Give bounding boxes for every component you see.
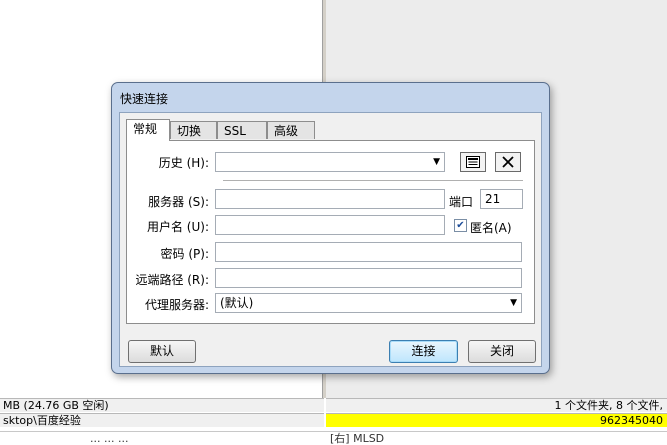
- quick-connect-dialog: 快速连接 常规 切换 SSL 高级 历史 (H): ▼ 服务器 (S): 端口 …: [111, 82, 550, 374]
- history-delete-button[interactable]: [495, 152, 521, 172]
- proxy-combobox[interactable]: (默认) ▼: [215, 293, 522, 313]
- port-input[interactable]: 21: [480, 189, 523, 209]
- close-icon: [502, 156, 514, 168]
- chevron-down-icon: ▼: [510, 298, 517, 308]
- log-left-text: ... ... ...: [90, 432, 129, 445]
- address-book-icon: [466, 156, 480, 168]
- remote-highlight-status: 962345040: [326, 413, 667, 427]
- tab-general[interactable]: 常规: [126, 119, 170, 141]
- history-label: 历史 (H):: [158, 156, 209, 170]
- connect-button[interactable]: 连接: [389, 340, 458, 363]
- remote-summary-status: 1 个文件夹, 8 个文件,: [326, 398, 667, 412]
- history-browse-button[interactable]: [460, 152, 486, 172]
- log-area: ... ... ... [右] MLSD: [0, 431, 667, 445]
- username-input[interactable]: [215, 215, 445, 235]
- server-input[interactable]: [215, 189, 445, 209]
- history-combobox[interactable]: ▼: [215, 152, 445, 172]
- tab-ssl[interactable]: SSL: [217, 121, 267, 139]
- log-right-text: [右] MLSD: [330, 432, 385, 445]
- tab-advanced[interactable]: 高级: [267, 121, 315, 139]
- anonymous-label[interactable]: 匿名(A): [470, 219, 512, 236]
- port-label: 端口: [449, 195, 474, 209]
- local-disk-status: MB (24.76 GB 空闲): [0, 398, 324, 412]
- default-button[interactable]: 默认: [128, 340, 196, 363]
- close-button[interactable]: 关闭: [468, 340, 536, 363]
- tab-switch[interactable]: 切换: [170, 121, 217, 139]
- remote-path-label: 远端路径 (R):: [135, 273, 209, 287]
- password-input[interactable]: [215, 242, 522, 262]
- password-label: 密码 (P):: [160, 247, 209, 261]
- remote-path-input[interactable]: [215, 268, 522, 288]
- dialog-title: 快速连接: [120, 92, 169, 106]
- proxy-value: (默认): [220, 296, 254, 310]
- anonymous-checkbox[interactable]: ✔: [454, 219, 467, 232]
- section-separator: [223, 180, 523, 181]
- dialog-client: 常规 切换 SSL 高级 历史 (H): ▼ 服务器 (S): 端口 21 用户…: [119, 112, 542, 367]
- general-panel: 历史 (H): ▼ 服务器 (S): 端口 21 用户名 (U): ✔ 匿名(A…: [126, 140, 535, 324]
- server-label: 服务器 (S):: [148, 195, 209, 209]
- local-path-status: sktop\百度经验: [0, 413, 324, 427]
- chevron-down-icon: ▼: [433, 157, 440, 167]
- username-label: 用户名 (U):: [146, 220, 209, 234]
- proxy-label: 代理服务器:: [144, 298, 209, 312]
